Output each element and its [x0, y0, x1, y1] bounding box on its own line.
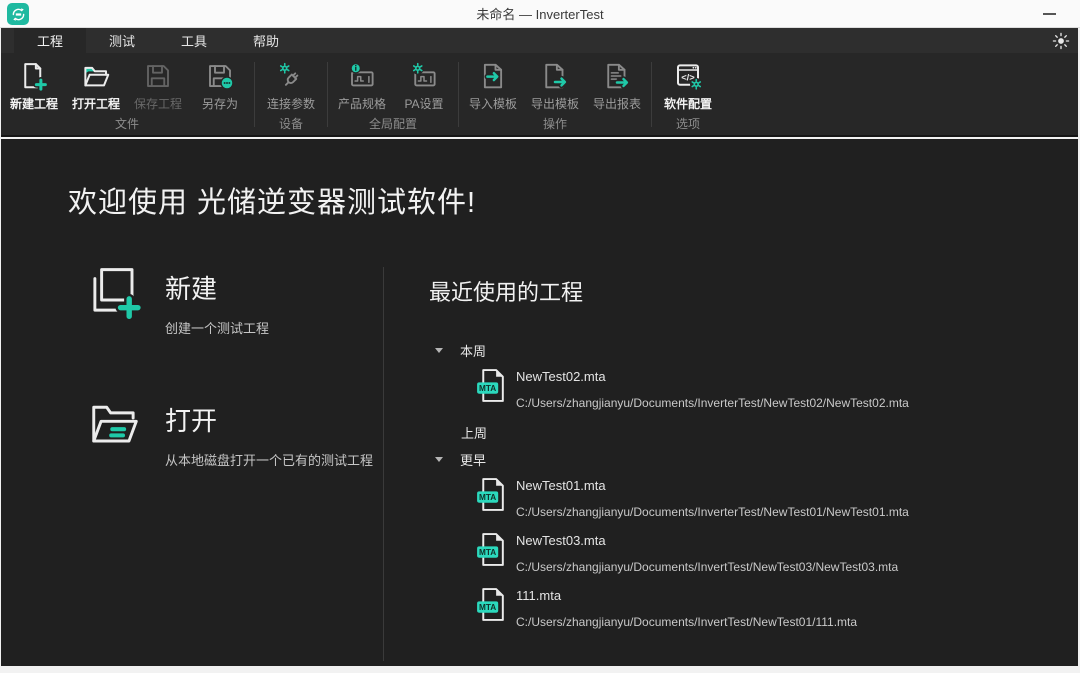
recent-file-path: C:/Users/zhangjianyu/Documents/InverterT… — [516, 396, 909, 410]
mta-file-icon: MTA — [476, 477, 507, 512]
collapse-arrow-icon[interactable] — [435, 348, 443, 353]
recent-file-path: C:/Users/zhangjianyu/Documents/InvertTes… — [516, 615, 857, 629]
ribbon-group-device: 连接参数 设备 — [258, 53, 324, 135]
recent-projects-panel: 最近使用的工程 本周 MTA NewTest02.mta — [429, 275, 1069, 642]
open-card-title: 打开 — [165, 401, 373, 438]
mta-file-icon: MTA — [476, 368, 507, 403]
new-project-card[interactable]: 新建 创建一个测试工程 — [87, 263, 269, 337]
ribbon-tabbar: 工程 测试 工具 帮助 — [1, 28, 1078, 53]
recent-file-name: NewTest02.mta — [516, 369, 909, 384]
recent-projects-heading: 最近使用的工程 — [429, 275, 1069, 307]
mta-file-icon: MTA — [476, 587, 507, 622]
ribbon-group-global-config: 产品规格 PA设置 全局配置 — [331, 53, 455, 135]
export-template-icon — [540, 61, 570, 91]
ribbon-separator — [327, 62, 328, 127]
open-card-subtitle: 从本地磁盘打开一个已有的测试工程 — [165, 450, 373, 469]
recent-file-name: NewTest01.mta — [516, 478, 909, 493]
ribbon-group-operations: 导入模板 导出模板 — [462, 53, 648, 135]
svg-text:MTA: MTA — [479, 603, 496, 612]
ribbon-group-file: 新建工程 打开工程 保存工程 — [3, 53, 251, 135]
export-report-icon — [602, 61, 632, 91]
export-report-button[interactable]: 导出报表 — [586, 56, 648, 112]
save-project-button[interactable]: 保存工程 — [127, 56, 189, 112]
recent-file-newtest03[interactable]: MTA NewTest03.mta C:/Users/zhangjianyu/D… — [476, 532, 1069, 574]
connection-params-icon — [276, 61, 306, 91]
recent-group-last-week[interactable]: 上周 — [429, 423, 1069, 441]
ribbon-separator — [254, 62, 255, 127]
svg-text:MTA: MTA — [479, 493, 496, 502]
new-project-icon — [19, 61, 49, 91]
ribbon-group-label-operations: 操作 — [543, 112, 567, 137]
minimize-icon — [1043, 13, 1056, 15]
ribbon: 新建工程 打开工程 保存工程 — [1, 53, 1078, 137]
tab-help[interactable]: 帮助 — [230, 28, 302, 53]
product-spec-icon — [347, 61, 377, 91]
welcome-heading: 欢迎使用 光储逆变器测试软件! — [68, 179, 476, 221]
ribbon-group-label-options: 选项 — [676, 112, 700, 137]
tab-test[interactable]: 测试 — [86, 28, 158, 53]
ribbon-group-options: </> 软件配置 选项 — [655, 53, 721, 135]
open-project-button[interactable]: 打开工程 — [65, 56, 127, 112]
app-window: 未命名 — InverterTest 工程 测试 工具 帮助 — [0, 0, 1080, 673]
recent-file-name: NewTest03.mta — [516, 533, 898, 548]
import-template-button[interactable]: 导入模板 — [462, 56, 524, 112]
software-config-button[interactable]: </> 软件配置 — [655, 56, 721, 112]
save-as-icon — [205, 61, 235, 91]
recent-group-earlier[interactable]: 更早 — [429, 450, 1069, 468]
recent-projects-tree: 本周 MTA NewTest02.mta C:/Users/zhangjiany… — [429, 341, 1069, 629]
window-title: 未命名 — InverterTest — [0, 4, 1080, 23]
minimize-button[interactable] — [1034, 0, 1064, 28]
tab-project[interactable]: 工程 — [14, 28, 86, 53]
save-project-icon — [143, 61, 173, 91]
recent-group-this-week[interactable]: 本周 — [429, 341, 1069, 359]
new-card-subtitle: 创建一个测试工程 — [165, 318, 269, 337]
main-content: 欢迎使用 光储逆变器测试软件! 新建 创建一个测试工程 打开 — [1, 139, 1078, 666]
open-project-card[interactable]: 打开 从本地磁盘打开一个已有的测试工程 — [87, 395, 373, 469]
recent-file-name: 111.mta — [516, 588, 857, 603]
export-template-button[interactable]: 导出模板 — [524, 56, 586, 112]
new-card-title: 新建 — [165, 269, 269, 306]
content-divider — [383, 267, 384, 661]
new-action-icon — [87, 263, 141, 319]
open-project-icon — [81, 61, 111, 91]
save-as-button[interactable]: 另存为 — [189, 56, 251, 112]
product-spec-button[interactable]: 产品规格 — [331, 56, 393, 112]
connection-params-button[interactable]: 连接参数 — [258, 56, 324, 112]
svg-text:MTA: MTA — [479, 384, 496, 393]
open-action-icon — [87, 395, 141, 451]
recent-file-newtest02[interactable]: MTA NewTest02.mta C:/Users/zhangjianyu/D… — [476, 368, 1069, 410]
recent-file-111[interactable]: MTA 111.mta C:/Users/zhangjianyu/Documen… — [476, 587, 1069, 629]
svg-text:MTA: MTA — [479, 548, 496, 557]
sun-icon — [1052, 32, 1070, 50]
new-project-button[interactable]: 新建工程 — [3, 56, 65, 112]
ribbon-group-label-file: 文件 — [115, 112, 139, 137]
ribbon-group-label-global-config: 全局配置 — [369, 112, 417, 137]
software-config-icon: </> — [673, 61, 703, 91]
pa-settings-button[interactable]: PA设置 — [393, 56, 455, 112]
ribbon-group-label-device: 设备 — [279, 112, 303, 137]
ribbon-separator — [458, 62, 459, 127]
mta-file-icon: MTA — [476, 532, 507, 567]
pa-settings-icon — [409, 61, 439, 91]
titlebar: 未命名 — InverterTest — [0, 0, 1080, 28]
ribbon-separator — [651, 62, 652, 127]
import-template-icon — [478, 61, 508, 91]
recent-file-path: C:/Users/zhangjianyu/Documents/InvertTes… — [516, 560, 898, 574]
theme-toggle-button[interactable] — [1044, 28, 1078, 53]
recent-file-path: C:/Users/zhangjianyu/Documents/InverterT… — [516, 505, 909, 519]
collapse-arrow-icon[interactable] — [435, 457, 443, 462]
tab-tools[interactable]: 工具 — [158, 28, 230, 53]
recent-file-newtest01[interactable]: MTA NewTest01.mta C:/Users/zhangjianyu/D… — [476, 477, 1069, 519]
